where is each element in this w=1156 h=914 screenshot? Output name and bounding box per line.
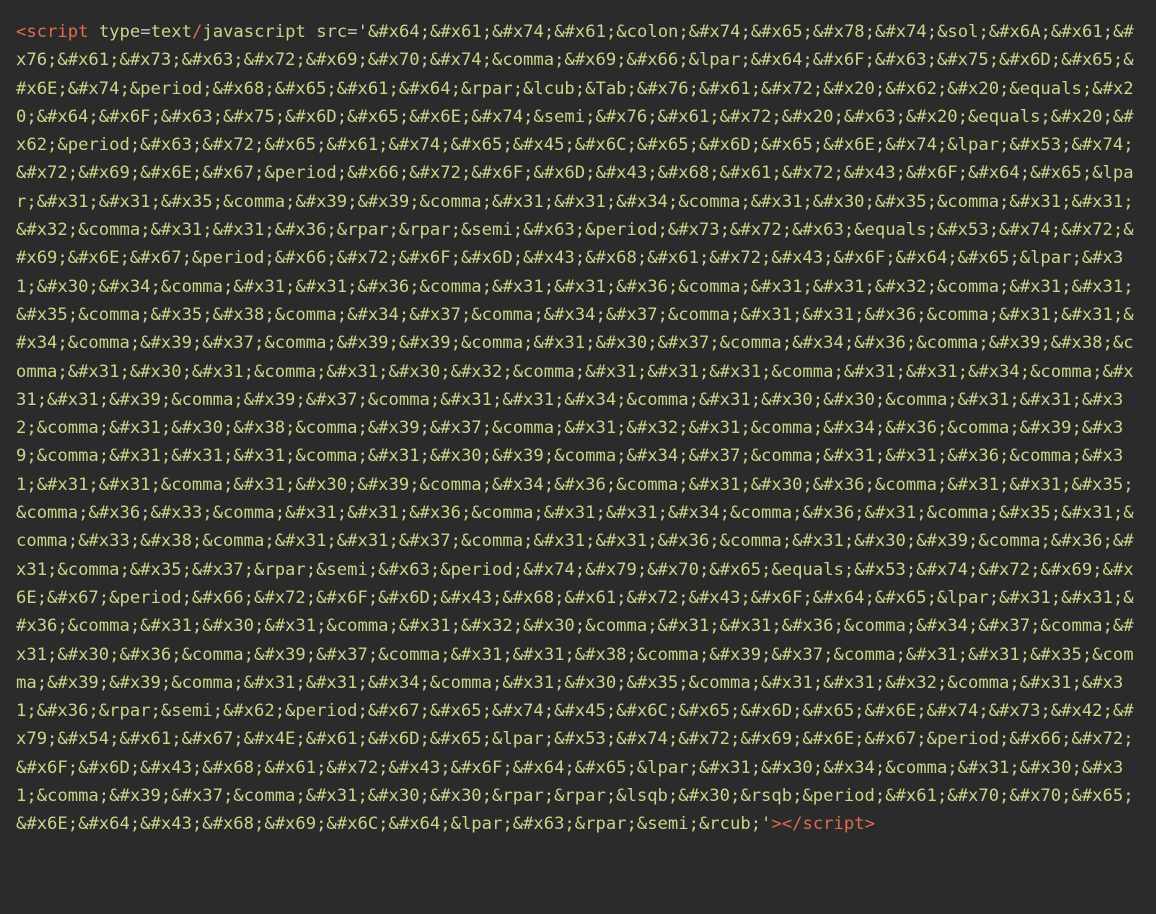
attr-src: src bbox=[316, 22, 347, 42]
script-close-name: script bbox=[802, 814, 864, 834]
script-open-bracket: < bbox=[16, 22, 26, 42]
attr-type: type bbox=[99, 22, 140, 42]
space bbox=[306, 22, 316, 42]
open-quote: ' bbox=[358, 22, 368, 42]
equals-sign: = bbox=[140, 22, 150, 42]
close-quote: ' bbox=[761, 814, 771, 834]
type-value-javascript: javascript bbox=[202, 22, 305, 42]
type-value-slash: / bbox=[192, 22, 202, 42]
space bbox=[88, 22, 98, 42]
src-value-encoded: &#x64;&#x61;&#x74;&#x61;&colon;&#x74;&#x… bbox=[16, 22, 1134, 834]
type-value-text: text bbox=[151, 22, 192, 42]
equals-sign: = bbox=[347, 22, 357, 42]
script-close-open: </ bbox=[782, 814, 803, 834]
code-block: <script type=text/javascript src='&#x64;… bbox=[0, 0, 1156, 914]
script-tag-name: script bbox=[26, 22, 88, 42]
script-open-close-bracket: > bbox=[771, 814, 781, 834]
script-close-bracket: > bbox=[865, 814, 875, 834]
